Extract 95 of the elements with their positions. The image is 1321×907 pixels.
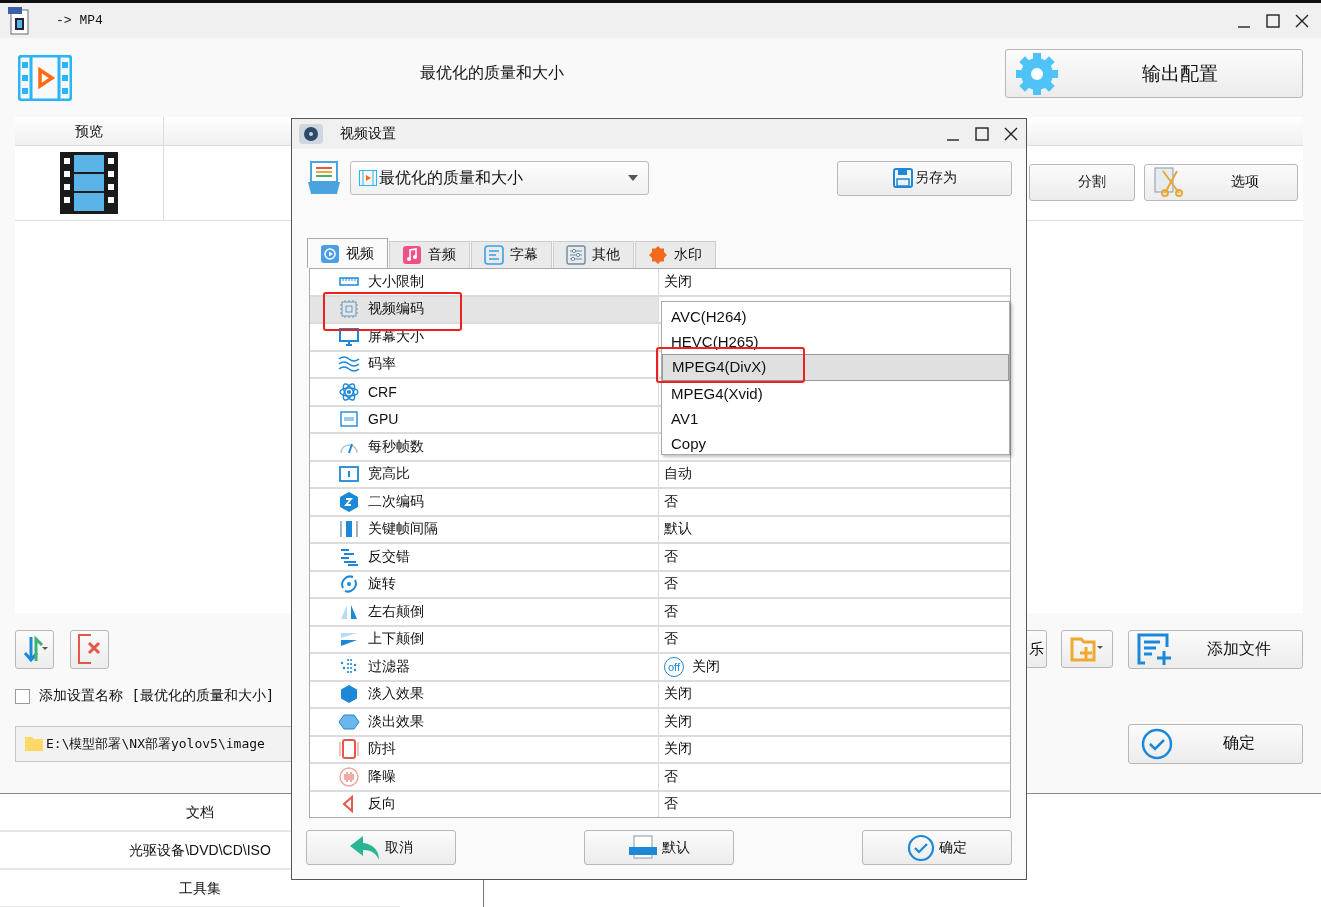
setting-name-cell[interactable]: 淡入效果 [310,681,659,707]
tab[interactable]: 水印 [635,241,716,268]
film-play-icon [18,54,72,101]
phone-icon [338,738,360,761]
rotate-icon [338,573,360,596]
setting-name-cell[interactable]: CRF [310,379,659,405]
setting-value-cell[interactable]: 关闭 [659,681,692,707]
output-settings-button[interactable]: 输出配置 [1005,49,1303,98]
monitor-icon [338,325,360,348]
floppy-icon [892,168,913,188]
preset-dropdown[interactable]: 最优化的质量和大小 [350,161,649,195]
delete-icon [76,633,103,665]
remove-button[interactable] [70,629,109,669]
film-play-icon [359,170,377,186]
dialog-title: 视频设置 [340,125,396,143]
setting-value-cell[interactable]: 否 [659,599,678,625]
setting-value-cell[interactable]: 否 [659,626,678,652]
setting-value-cell[interactable]: 否 [659,764,678,790]
setting-name-cell[interactable]: 反向 [310,791,659,817]
setting-name-cell[interactable]: 左右颠倒 [310,599,659,625]
dropdown-option[interactable]: AVC(H264) [662,304,1009,329]
setting-name-cell[interactable]: 二次编码 [310,489,659,515]
setting-name-cell[interactable]: 反交错 [310,544,659,570]
folder-icon [25,736,43,751]
save-as-button[interactable]: 另存为 [837,160,1012,196]
ok-button[interactable]: 确定 [1128,723,1303,764]
default-button[interactable]: 默认 [584,830,734,865]
setting-value-cell[interactable]: 否 [659,791,678,817]
sound-icon [338,765,360,788]
setting-value-cell[interactable]: 否 [659,544,678,570]
dropdown-option[interactable]: HEVC(H265) [662,329,1009,354]
options-button[interactable]: 选项 [1144,163,1298,201]
close-icon[interactable] [1004,127,1018,141]
dropdown-option[interactable]: MPEG4(Xvid) [662,381,1009,406]
column-header: 预览 [15,117,164,145]
tab[interactable]: 视频 [307,238,388,268]
setting-value-cell[interactable]: 否 [659,571,678,597]
dropdown-option[interactable]: AV1 [662,406,1009,431]
setting-value-cell[interactable]: 关闭 [659,736,692,762]
setting-name-cell[interactable]: 视频编码 [310,296,659,322]
setting-value-cell[interactable]: 关闭 [659,709,692,735]
cancel-button[interactable]: 取消 [306,830,456,865]
setting-value-cell[interactable]: 自动 [659,461,692,487]
tab[interactable]: 字幕 [471,241,552,268]
sliders-icon [566,245,586,265]
file-icon [8,6,30,35]
undo-arrow-icon [349,833,381,862]
setting-name-cell[interactable]: 防抖 [310,736,659,762]
setting-name-cell[interactable]: 旋转 [310,571,659,597]
hexagon-icon [338,490,360,513]
preset-title: 最优化的质量和大小 [419,63,565,83]
setting-name-cell[interactable]: 过滤器 [310,654,659,680]
setting-name-cell[interactable]: 淡出效果 [310,709,659,735]
setting-value-cell[interactable]: 默认 [659,516,692,542]
badge-icon [648,245,668,265]
maximize-icon[interactable] [1266,13,1280,28]
setting-name-cell[interactable]: 每秒帧数 [310,434,659,460]
maximize-icon[interactable] [975,127,989,141]
setting-name-cell[interactable]: GPU [310,406,659,432]
dropdown-option[interactable]: MPEG4(DivX) [662,354,1009,381]
setting-name-cell[interactable]: 码率 [310,351,659,377]
film-strip-icon [60,152,118,214]
close-icon[interactable] [1295,13,1309,28]
subtitle-icon [484,245,504,265]
document-icon [628,834,658,861]
setting-name-cell[interactable]: 上下颠倒 [310,626,659,652]
ok-button[interactable]: 确定 [862,830,1012,865]
dropdown-option[interactable]: Copy [662,431,1009,456]
check-circle-icon [1141,727,1173,760]
setting-value-cell[interactable]: off 关闭 [659,654,720,680]
setting-name-cell[interactable]: 宽高比 [310,461,659,487]
hexagon-icon [338,683,360,706]
check-circle-icon [907,833,935,862]
setting-name-cell[interactable]: 大小限制 [310,269,659,295]
setting-name-cell[interactable]: 关键帧间隔 [310,516,659,542]
setting-value-cell[interactable]: 否 [659,489,678,515]
checkbox[interactable] [15,688,30,704]
tray-icon [306,160,342,196]
checkbox-label: 添加设置名称 [最优化的质量和大小] [39,687,275,705]
play-icon [320,243,340,264]
chip-icon [338,298,360,321]
tab[interactable]: 其他 [553,241,634,268]
arrows-icon [21,635,48,663]
gear-icon [1014,50,1060,97]
sort-button[interactable] [15,629,54,669]
setting-name-cell[interactable]: 降噪 [310,764,659,790]
window-title: -> MP4 [56,13,103,28]
add-file-button[interactable]: 添加文件 [1128,629,1303,669]
atom-icon [338,380,360,403]
music-icon [402,245,422,265]
tab[interactable]: 音频 [389,241,470,268]
caret-icon [628,175,638,181]
folder-add-icon [1070,635,1104,663]
setting-value-cell[interactable]: 关闭 [659,269,692,295]
split-button[interactable]: 分割 [1029,163,1135,201]
